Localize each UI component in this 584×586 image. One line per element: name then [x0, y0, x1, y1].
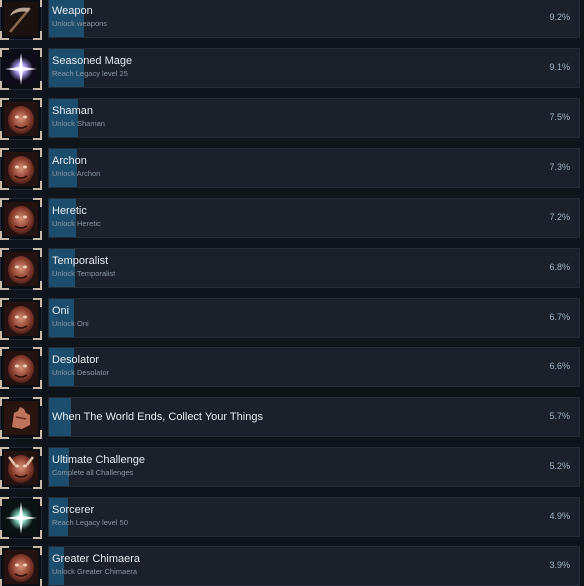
unlock-percentage: 4.9% — [549, 511, 570, 521]
achievement-row[interactable]: Heretic Unlock Heretic 7.2% — [0, 198, 584, 240]
achievement-icon-frame — [0, 497, 42, 539]
achievement-row[interactable]: Oni Unlock Oni 6.7% — [0, 298, 584, 340]
achievement-icon-frame — [0, 248, 42, 290]
achievement-row[interactable]: Shaman Unlock Shaman 7.5% — [0, 98, 584, 140]
progress-bar — [48, 148, 580, 188]
achievement-title: Temporalist — [52, 255, 109, 267]
achievement-description: Unlock Temporalist — [52, 269, 116, 278]
temporalist-portrait-icon — [4, 252, 38, 286]
oni-portrait-icon — [4, 302, 38, 336]
achievement-icon-frame — [0, 98, 42, 140]
achievement-icon-frame — [0, 447, 42, 489]
unlock-percentage: 6.8% — [549, 262, 570, 272]
unlock-percentage: 7.5% — [549, 112, 570, 122]
teal-star-icon — [4, 501, 38, 535]
hand-portrait-icon — [4, 401, 38, 435]
violet-star-icon — [4, 52, 38, 86]
achievement-list: Weapon Unlock weapons 9.2% Seasoned Mage Re… — [0, 0, 584, 586]
achievement-row[interactable]: Desolator Unlock Desolator 6.6% — [0, 347, 584, 389]
achievement-row[interactable]: Seasoned Mage Reach Legacy level 25 9.1% — [0, 48, 584, 90]
chimaera-portrait-icon — [4, 550, 38, 584]
unlock-percentage: 3.9% — [549, 560, 570, 570]
achievement-title: Sorcerer — [52, 504, 95, 516]
achievement-icon-frame — [0, 148, 42, 190]
progress-bar — [48, 248, 580, 288]
achievement-description: Unlock Greater Chimaera — [52, 567, 138, 576]
unlock-percentage: 7.2% — [549, 212, 570, 222]
achievement-icon-frame — [0, 198, 42, 240]
achievement-row[interactable]: Archon Unlock Archon 7.3% — [0, 148, 584, 190]
achievement-title: Shaman — [52, 105, 93, 117]
unlock-percentage: 6.6% — [549, 361, 570, 371]
progress-bar — [48, 546, 580, 586]
progress-bar — [48, 298, 580, 338]
achievement-description: Unlock Archon — [52, 169, 101, 178]
archon-portrait-icon — [4, 152, 38, 186]
progress-bar — [48, 48, 580, 88]
progress-bar — [48, 98, 580, 138]
achievement-description: Unlock Desolator — [52, 368, 110, 377]
achievement-title: Ultimate Challenge — [52, 454, 145, 466]
achievement-title: Oni — [52, 305, 70, 317]
progress-bar — [48, 447, 580, 487]
achievement-icon-frame — [0, 546, 42, 586]
unlock-percentage: 9.2% — [549, 12, 570, 22]
achievement-title: Greater Chimaera — [52, 553, 141, 565]
achievement-row[interactable]: Weapon Unlock weapons 9.2% — [0, 0, 584, 40]
achievement-icon-frame — [0, 48, 42, 90]
shaman-portrait-icon — [4, 102, 38, 136]
progress-bar — [48, 0, 580, 38]
progress-bar — [48, 497, 580, 537]
achievement-description: Unlock weapons — [52, 19, 108, 28]
achievement-title: Archon — [52, 155, 87, 167]
achievement-row[interactable]: Ultimate Challenge Complete all Challenge… — [0, 447, 584, 489]
achievement-description: Unlock Heretic — [52, 219, 101, 228]
achievement-title: When The World Ends, Collect Your Things — [52, 411, 263, 423]
heretic-portrait-icon — [4, 202, 38, 236]
desolator-portrait-icon — [4, 351, 38, 385]
achievement-row[interactable]: When The World Ends, Collect Your Things… — [0, 397, 584, 439]
unlock-percentage: 9.1% — [549, 62, 570, 72]
achievement-title: Desolator — [52, 354, 100, 366]
scythe-weapon-icon — [4, 2, 38, 36]
achievement-icon-frame — [0, 397, 42, 439]
achievement-description: Complete all Challenges — [52, 468, 134, 477]
unlock-percentage: 7.3% — [549, 162, 570, 172]
achievement-icon-frame — [0, 347, 42, 389]
unlock-percentage: 5.7% — [549, 411, 570, 421]
achievement-description: Reach Legacy level 50 — [52, 518, 128, 527]
achievement-description: Unlock Shaman — [52, 119, 105, 128]
achievement-title: Seasoned Mage — [52, 55, 133, 67]
achievement-row[interactable]: Greater Chimaera Unlock Greater Chimaera 3… — [0, 546, 584, 586]
unlock-percentage: 6.7% — [549, 312, 570, 322]
achievement-title: Weapon — [52, 5, 93, 17]
demon-portrait-icon — [4, 451, 38, 485]
achievement-icon-frame — [0, 0, 42, 40]
achievement-title: Heretic — [52, 205, 87, 217]
achievement-description: Unlock Oni — [52, 319, 89, 328]
progress-bar — [48, 198, 580, 238]
achievement-row[interactable]: Temporalist Unlock Temporalist 6.8% — [0, 248, 584, 290]
progress-bar — [48, 347, 580, 387]
achievement-icon-frame — [0, 298, 42, 340]
unlock-percentage: 5.2% — [549, 461, 570, 471]
achievement-description: Reach Legacy level 25 — [52, 69, 128, 78]
achievement-row[interactable]: Sorcerer Reach Legacy level 50 4.9% — [0, 497, 584, 539]
